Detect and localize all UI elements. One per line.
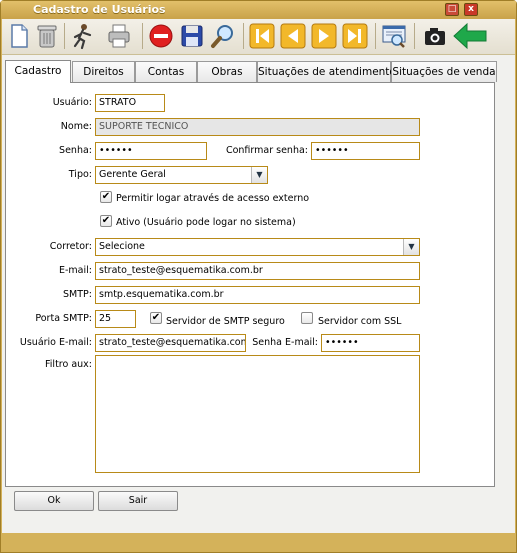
filtro-aux-label: Filtro aux: [45, 359, 92, 370]
chevron-down-icon[interactable]: ▼ [251, 167, 267, 183]
ok-button[interactable]: Ok [14, 491, 94, 511]
confirmar-senha-label: Confirmar senha: [225, 145, 308, 156]
email-field[interactable]: strato_teste@esquematika.com.br [95, 262, 420, 280]
tab-obras[interactable]: Obras [197, 61, 257, 82]
printer-icon[interactable] [105, 22, 133, 50]
nome-label: Nome: [60, 121, 92, 132]
title-bar[interactable]: Cadastro de Usuários □ x [1, 1, 516, 19]
new-document-icon[interactable] [5, 22, 33, 50]
senha-email-label: Senha E-mail: [252, 337, 318, 348]
senha-label: Senha: [59, 145, 92, 156]
toolbar-separator [243, 23, 244, 49]
tab-situacoes-venda[interactable]: Situações de venda [391, 61, 497, 82]
toolbar-separator [375, 23, 376, 49]
camera-icon[interactable] [421, 22, 449, 50]
tipo-select[interactable]: Gerente Geral ▼ [95, 166, 268, 184]
corretor-label: Corretor: [49, 241, 92, 252]
user-registration-window: Cadastro de Usuários □ x Cadastro Direit… [0, 0, 517, 553]
permitir-externo-label: Permitir logar através de acesso externo [116, 193, 310, 204]
tab-situacoes-atendimento[interactable]: Situações de atendimento [257, 61, 396, 82]
filtro-aux-textarea[interactable] [95, 355, 420, 473]
tipo-selected-value: Gerente Geral [99, 169, 166, 180]
tab-cadastro[interactable]: Cadastro [5, 60, 71, 83]
smtp-seguro-label: Servidor de SMTP seguro [166, 316, 285, 327]
usuario-field[interactable]: STRATO [95, 94, 165, 112]
corretor-selected-value: Selecione [99, 241, 145, 252]
previous-record-icon[interactable] [279, 22, 307, 50]
nome-field[interactable]: SUPORTE TECNICO [95, 118, 420, 136]
usuario-email-label: Usuário E-mail: [19, 337, 92, 348]
toolbar-separator [414, 23, 415, 49]
usuario-label: Usuário: [52, 97, 92, 108]
cadastro-panel: Usuário: STRATO Nome: SUPORTE TECNICO Se… [5, 82, 495, 487]
usuario-email-field[interactable]: strato_teste@esquematika.com.br [95, 334, 246, 352]
save-icon[interactable] [178, 22, 206, 50]
search-icon[interactable] [209, 22, 237, 50]
window-title: Cadastro de Usuários [33, 3, 166, 16]
corretor-select[interactable]: Selecione ▼ [95, 238, 420, 256]
senha-email-field[interactable]: •••••• [321, 334, 420, 352]
last-record-icon[interactable] [341, 22, 369, 50]
ativo-checkbox[interactable]: ✔ [100, 215, 112, 227]
toolbar [2, 19, 515, 55]
toolbar-separator [142, 23, 143, 49]
smtp-label: SMTP: [63, 289, 92, 300]
maximize-button[interactable]: □ [445, 3, 459, 16]
content-area: Cadastro Direitos Contas Obras Situações… [2, 55, 515, 533]
ssl-label: Servidor com SSL [318, 316, 402, 327]
window-bottom-border [2, 533, 515, 551]
report-icon[interactable] [380, 22, 408, 50]
porta-smtp-field[interactable]: 25 [95, 310, 136, 328]
senha-field[interactable]: •••••• [95, 142, 207, 160]
close-button[interactable]: x [464, 3, 478, 16]
chevron-down-icon[interactable]: ▼ [403, 239, 419, 255]
tab-contas[interactable]: Contas [135, 61, 197, 82]
email-label: E-mail: [59, 265, 92, 276]
trash-icon[interactable] [33, 22, 61, 50]
porta-smtp-label: Porta SMTP: [35, 313, 92, 324]
tab-direitos[interactable]: Direitos [72, 61, 135, 82]
tipo-label: Tipo: [68, 169, 92, 180]
arrow-left-icon [452, 22, 488, 50]
sair-button[interactable]: Sair [98, 491, 178, 511]
next-record-icon[interactable] [310, 22, 338, 50]
first-record-icon[interactable] [248, 22, 276, 50]
smtp-field[interactable]: smtp.esquematika.com.br [95, 286, 420, 304]
toolbar-separator [64, 23, 65, 49]
cancel-icon[interactable] [147, 22, 175, 50]
confirmar-senha-field[interactable]: •••••• [311, 142, 420, 160]
smtp-seguro-checkbox[interactable]: ✔ [150, 312, 162, 324]
ssl-checkbox[interactable] [301, 312, 313, 324]
permitir-externo-checkbox[interactable]: ✔ [100, 191, 112, 203]
runner-icon[interactable] [68, 22, 96, 50]
ativo-label: Ativo (Usuário pode logar no sistema) [116, 217, 296, 228]
